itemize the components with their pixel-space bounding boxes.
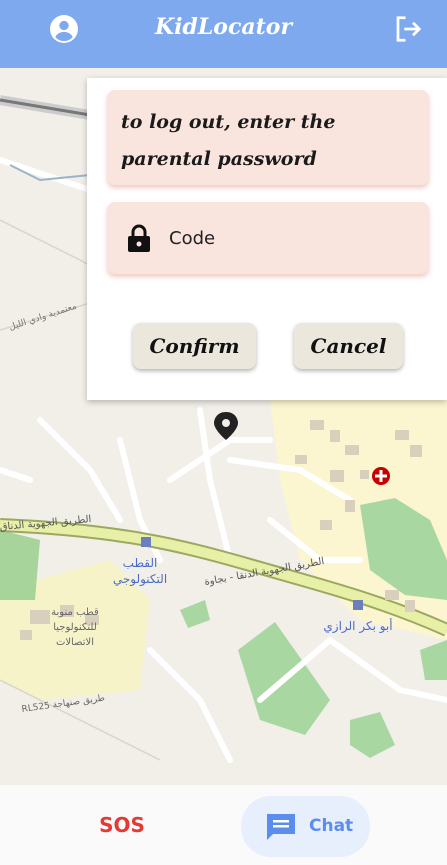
bus-stop-icon (141, 537, 151, 547)
cancel-button[interactable]: Cancel (294, 323, 403, 369)
dialog-message: to log out, enter the parental password (107, 90, 429, 185)
chat-icon (267, 814, 295, 840)
map-label-tech-block-2: للتكنولوجيا (53, 622, 97, 633)
bottom-nav: SOS Chat (0, 785, 447, 865)
map-label-tech-block-3: الاتصالات (56, 637, 94, 648)
logout-icon[interactable] (393, 14, 423, 44)
code-field[interactable] (107, 202, 429, 274)
bus-stop-icon (353, 600, 363, 610)
code-input[interactable] (169, 222, 409, 254)
chat-label: Chat (309, 816, 354, 836)
chat-button[interactable]: Chat (241, 796, 370, 857)
confirm-button[interactable]: Confirm (133, 323, 256, 369)
map-label-tech-pole-1: القطب (123, 556, 158, 570)
map-label-tech-pole-2: التكنولوجي (113, 572, 167, 587)
logout-dialog: to log out, enter the parental password … (87, 78, 447, 400)
app-title: KidLocator (154, 14, 293, 40)
map-label-tech-block-1: قطب منوبة (51, 607, 99, 618)
app-bar: KidLocator (0, 0, 447, 68)
location-pin-dot (222, 419, 230, 427)
green-area (0, 530, 40, 600)
lock-icon (128, 224, 150, 252)
map-label-razi: أبو بكر الرازي (323, 618, 392, 634)
sos-button[interactable]: SOS (80, 813, 164, 837)
